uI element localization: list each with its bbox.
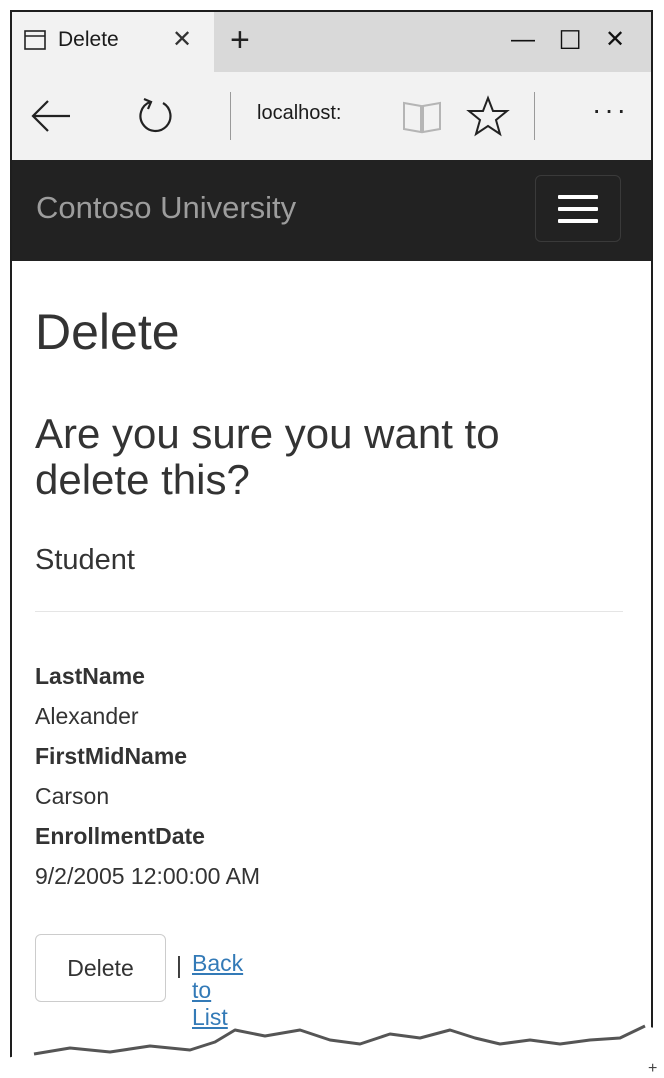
field-label-lastname: LastName (35, 663, 145, 689)
confirm-message: Are you sure you want to delete this? (35, 410, 500, 503)
tab-close-icon[interactable]: ✕ (172, 26, 192, 54)
hamburger-icon (558, 195, 598, 199)
address-bar[interactable]: localhost: (257, 102, 342, 125)
nav-separator (230, 92, 231, 140)
delete-button[interactable]: Delete (35, 934, 166, 1002)
tab-page-icon (24, 30, 46, 50)
nav-separator (534, 92, 535, 140)
field-value-firstmidname: Carson (35, 783, 110, 809)
new-tab-icon[interactable]: + (230, 20, 250, 60)
more-options-icon[interactable]: ··· (592, 94, 629, 126)
tab-strip: Delete ✕ + — ☐ ✕ (12, 12, 651, 72)
torn-edge-decoration (0, 1024, 664, 1078)
entity-heading: Student (35, 544, 135, 576)
corner-mark: + (648, 1060, 658, 1077)
browser-window: Delete ✕ + — ☐ ✕ localhost: ··· Contoso … (10, 10, 653, 1070)
divider (35, 611, 623, 612)
tab-title: Delete (58, 28, 119, 51)
maximize-icon[interactable]: ☐ (547, 20, 593, 60)
browser-nav-bar: localhost: ··· (12, 72, 651, 160)
brand-link[interactable]: Contoso University (36, 190, 296, 226)
page-title: Delete (35, 304, 180, 360)
refresh-icon[interactable] (130, 90, 182, 142)
hamburger-icon (558, 219, 598, 223)
close-window-icon[interactable]: ✕ (592, 20, 638, 60)
field-value-lastname: Alexander (35, 703, 139, 729)
hamburger-menu-button[interactable] (535, 175, 621, 242)
browser-tab[interactable]: Delete ✕ (12, 12, 214, 72)
student-details: LastName Alexander FirstMidName Carson E… (35, 656, 625, 896)
hamburger-icon (558, 207, 598, 211)
field-label-enrollmentdate: EnrollmentDate (35, 823, 205, 849)
action-separator: | (176, 952, 182, 978)
favorite-star-icon[interactable] (462, 90, 514, 142)
field-label-firstmidname: FirstMidName (35, 743, 188, 769)
field-value-enrollmentdate: 9/2/2005 12:00:00 AM (35, 863, 261, 889)
minimize-icon[interactable]: — (500, 20, 546, 60)
site-navbar: Contoso University (12, 160, 651, 261)
back-arrow-icon[interactable] (26, 90, 78, 142)
reading-view-icon[interactable] (396, 90, 448, 142)
